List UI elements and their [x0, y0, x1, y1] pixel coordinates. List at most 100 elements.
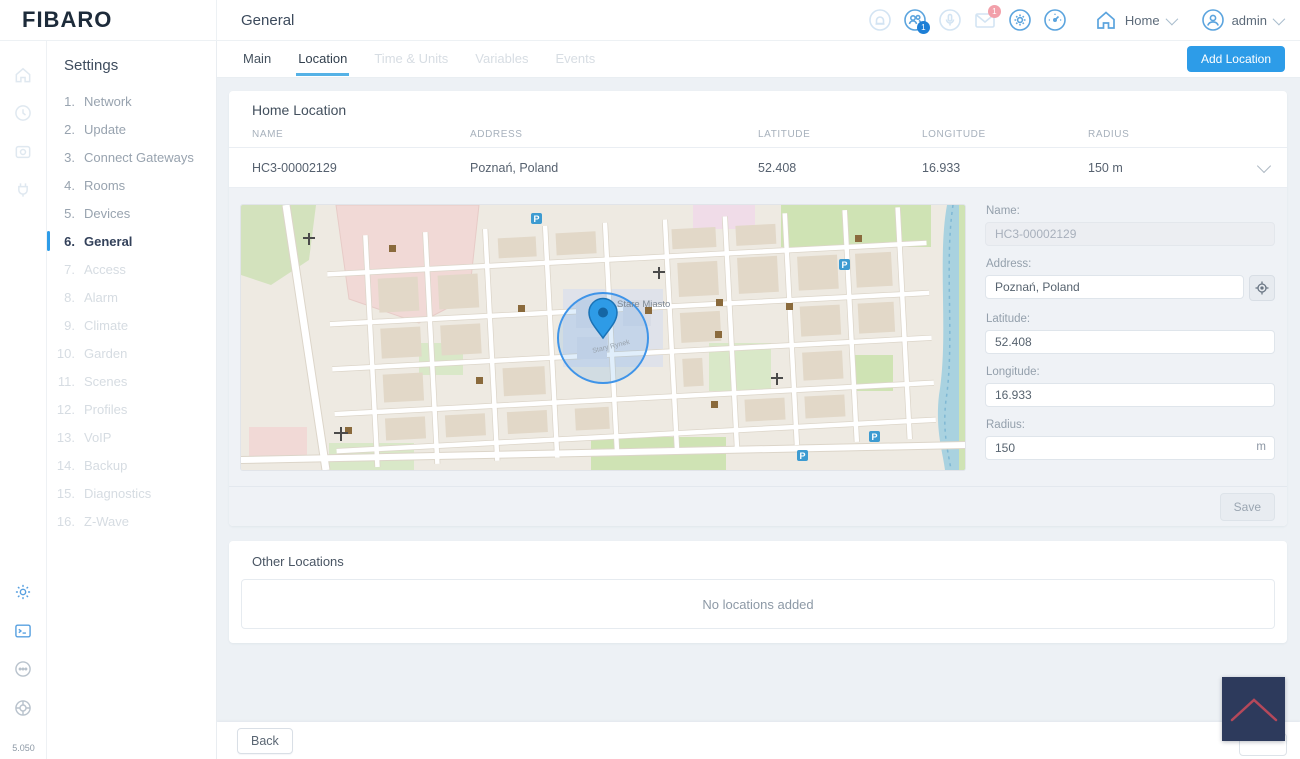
sidebar-item-rooms[interactable]: 4.Rooms [47, 171, 216, 199]
sidebar-item-devices[interactable]: 5.Devices [47, 199, 216, 227]
column-name: NAME [252, 124, 470, 147]
sidebar-item-alarm[interactable]: 8.Alarm [47, 283, 216, 311]
location-form: Name: Address: Latitude: Longitude: Radi… [985, 205, 1275, 470]
sidebar-item-connect-gateways[interactable]: 3.Connect Gateways [47, 143, 216, 171]
users-icon[interactable]: 1 [902, 7, 928, 33]
microphone-icon[interactable] [937, 7, 963, 33]
sidebar-item-general[interactable]: 6.General [47, 227, 216, 255]
footer-bar: Back [217, 722, 1300, 759]
lifebuoy-icon[interactable] [12, 697, 34, 719]
user-avatar-icon [1200, 7, 1226, 33]
tab-variables[interactable]: Variables [473, 42, 530, 76]
table-row[interactable]: HC3-00002129 Poznań, Poland 52.408 16.93… [229, 148, 1287, 188]
support-icon[interactable] [12, 658, 34, 680]
home-icon [1093, 7, 1119, 33]
gear-icon[interactable] [12, 581, 34, 603]
terminal-icon[interactable] [12, 620, 34, 642]
sidebar-item-backup[interactable]: 14.Backup [47, 451, 216, 479]
sidebar-item-diagnostics[interactable]: 15.Diagnostics [47, 479, 216, 507]
gauge-icon[interactable] [1042, 7, 1068, 33]
chevron-down-icon [1165, 12, 1178, 25]
main-content: Main Location Time & Units Variables Eve… [217, 41, 1300, 759]
other-locations-empty-box: No locations added [241, 579, 1275, 629]
sidebar-item-climate[interactable]: 9.Climate [47, 311, 216, 339]
icon-rail: 5.050 [0, 41, 47, 759]
tab-bar: Main Location Time & Units Variables Eve… [217, 41, 1300, 78]
version-label: 5.050 [0, 743, 47, 753]
scroll-top-widget[interactable] [1222, 677, 1285, 741]
chevron-up-icon [1228, 694, 1280, 724]
home-location-card: Home Location NAME ADDRESS LATITUDE LONG… [229, 91, 1287, 526]
sidebar-heading: Settings [47, 41, 216, 74]
logo-box: FIBARO [0, 0, 217, 40]
name-field [985, 222, 1275, 246]
name-label: Name: [986, 205, 1275, 217]
sidebar-list: 1.Network 2.Update 3.Connect Gateways 4.… [47, 87, 216, 535]
user-label: admin [1232, 13, 1267, 28]
sidebar-item-scenes[interactable]: 11.Scenes [47, 367, 216, 395]
chevron-down-icon [1273, 12, 1286, 25]
siren-icon[interactable] [867, 7, 893, 33]
fibaro-logo: FIBARO [22, 7, 112, 33]
sidebar-item-access[interactable]: 7.Access [47, 255, 216, 283]
sidebar-item-zwave[interactable]: 16.Z-Wave [47, 507, 216, 535]
address-label: Address: [986, 258, 1275, 270]
add-location-button[interactable]: Add Location [1187, 46, 1285, 72]
sidebar-item-network[interactable]: 1.Network [47, 87, 216, 115]
other-locations-card: Other Locations No locations added [229, 541, 1287, 643]
home-label: Home [1125, 13, 1160, 28]
sidebar-item-voip[interactable]: 13.VoIP [47, 423, 216, 451]
active-indicator [47, 231, 50, 251]
back-button[interactable]: Back [237, 728, 293, 754]
sidebar-item-garden[interactable]: 10.Garden [47, 339, 216, 367]
address-field[interactable] [985, 275, 1244, 299]
tab-main[interactable]: Main [241, 42, 273, 76]
top-bar: FIBARO General 1 1 [0, 0, 1300, 41]
latitude-field[interactable] [985, 330, 1275, 354]
row-collapse-chevron-icon[interactable] [1257, 158, 1271, 172]
user-menu[interactable]: admin [1200, 7, 1282, 33]
devices-icon[interactable] [12, 179, 34, 201]
latitude-label: Latitude: [986, 313, 1275, 325]
home-icon[interactable] [12, 64, 34, 86]
longitude-label: Longitude: [986, 366, 1275, 378]
camera-icon[interactable] [12, 141, 34, 163]
empty-state-text: No locations added [702, 597, 813, 612]
history-icon[interactable] [12, 102, 34, 124]
envelope-icon[interactable]: 1 [972, 7, 998, 33]
column-radius: RADIUS [1088, 124, 1247, 147]
sun-icon[interactable] [1007, 7, 1033, 33]
column-latitude: LATITUDE [758, 124, 922, 147]
radius-label: Radius: [986, 419, 1275, 431]
svg-text:P: P [841, 260, 847, 270]
cell-radius: 150 m [1088, 161, 1247, 175]
cell-longitude: 16.933 [922, 161, 1088, 175]
tab-location[interactable]: Location [296, 42, 349, 76]
column-address: ADDRESS [470, 124, 758, 147]
locate-button[interactable] [1249, 275, 1275, 301]
tab-time-units[interactable]: Time & Units [372, 42, 450, 76]
settings-sidebar: Settings 1.Network 2.Update 3.Connect Ga… [47, 41, 217, 759]
cell-name: HC3-00002129 [252, 161, 470, 175]
messages-badge: 1 [988, 5, 1001, 18]
radius-field[interactable] [985, 436, 1275, 460]
home-location-title: Home Location [229, 91, 1287, 124]
location-map[interactable]: P P P P Stare Miasto Stary Rynek [241, 205, 965, 470]
fibaro-app: FIBARO General 1 1 [0, 0, 1300, 759]
svg-text:P: P [871, 432, 877, 442]
longitude-field[interactable] [985, 383, 1275, 407]
svg-text:P: P [533, 214, 539, 224]
users-badge: 1 [917, 21, 930, 34]
home-selector[interactable]: Home [1093, 7, 1175, 33]
map-label-district: Stare Miasto [617, 299, 670, 310]
sidebar-item-profiles[interactable]: 12.Profiles [47, 395, 216, 423]
save-button[interactable]: Save [1220, 493, 1275, 521]
sidebar-item-update[interactable]: 2.Update [47, 115, 216, 143]
table-header: NAME ADDRESS LATITUDE LONGITUDE RADIUS [229, 124, 1287, 148]
save-row: Save [229, 486, 1287, 526]
tab-events[interactable]: Events [554, 42, 598, 76]
svg-text:P: P [799, 451, 805, 461]
other-locations-title: Other Locations [252, 554, 1275, 569]
cell-latitude: 52.408 [758, 161, 922, 175]
page-title: General [241, 12, 294, 29]
